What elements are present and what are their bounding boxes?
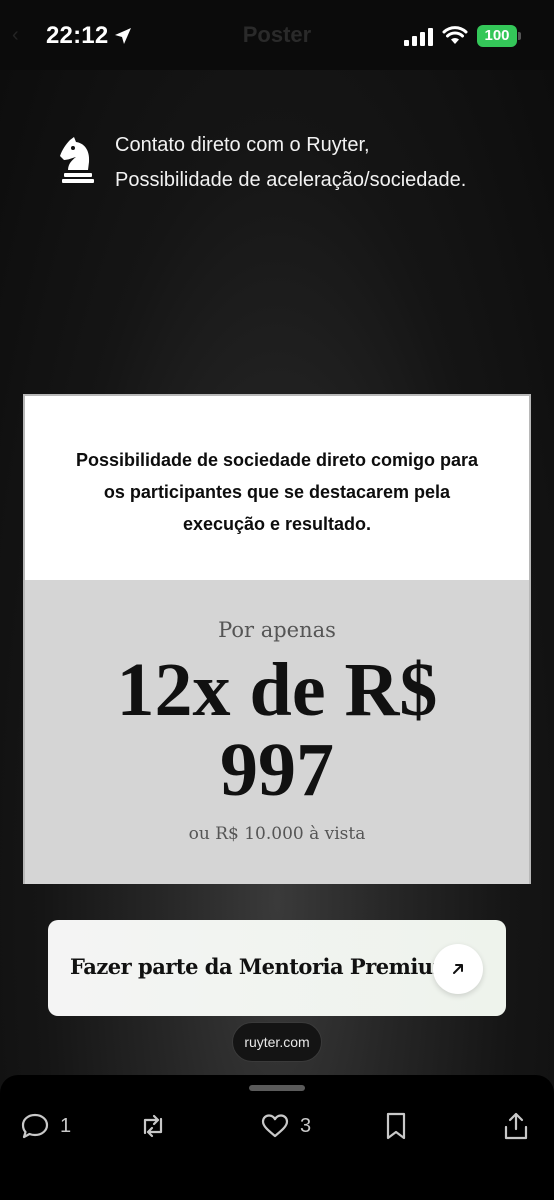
sheet-grabber[interactable] bbox=[249, 1085, 305, 1091]
heart-icon bbox=[261, 1114, 289, 1138]
reply-button[interactable]: 1 bbox=[20, 1111, 71, 1141]
nav-title: Poster bbox=[242, 22, 312, 47]
price-line-2: 997 bbox=[220, 728, 334, 812]
battery-indicator: 100 bbox=[477, 25, 517, 47]
cta-arrow-button[interactable] bbox=[433, 944, 483, 994]
feature-text: Contato direto com o Ruyter, Possibilida… bbox=[115, 128, 466, 198]
price-line-1: 12x de R$ bbox=[116, 648, 438, 732]
price-panel: Por apenas 12x de R$ 997 ou R$ 10.000 à … bbox=[25, 580, 529, 884]
domain-link[interactable]: ruyter.com bbox=[232, 1022, 322, 1062]
price-amount: 12x de R$ 997 bbox=[25, 650, 529, 810]
action-bar: 1 3 bbox=[0, 1075, 554, 1200]
reply-count: 1 bbox=[60, 1114, 72, 1137]
repost-icon bbox=[143, 1114, 163, 1138]
cta-button[interactable]: Fazer parte da Mentoria Premium bbox=[48, 920, 506, 1016]
bookmark-button[interactable] bbox=[381, 1111, 411, 1141]
signal-icon bbox=[404, 28, 433, 46]
repost-button[interactable] bbox=[138, 1111, 168, 1141]
share-button[interactable] bbox=[501, 1111, 531, 1141]
cta-label: Fazer parte da Mentoria Premium bbox=[70, 954, 455, 979]
price-card: Possibilidade de sociedade direto comigo… bbox=[23, 394, 531, 884]
battery-nub bbox=[518, 32, 521, 40]
knight-icon bbox=[60, 137, 94, 183]
feature-line-1: Contato direto com o Ruyter, bbox=[115, 134, 370, 156]
bookmark-icon bbox=[386, 1112, 406, 1140]
feature-line-2: Possibilidade de aceleração/sociedade. bbox=[115, 169, 467, 191]
price-cash: ou R$ 10.000 à vista bbox=[188, 824, 366, 844]
like-count: 3 bbox=[300, 1114, 312, 1137]
reply-icon bbox=[21, 1113, 49, 1139]
like-button[interactable]: 3 bbox=[260, 1111, 311, 1141]
status-bar: 22:12 ‹ Poster 100 bbox=[0, 0, 554, 70]
arrow-up-right-icon bbox=[453, 964, 463, 974]
share-icon bbox=[504, 1112, 528, 1140]
price-intro: Por apenas bbox=[218, 618, 336, 642]
wifi-icon bbox=[442, 26, 468, 44]
card-description: Possibilidade de sociedade direto comigo… bbox=[75, 450, 479, 534]
